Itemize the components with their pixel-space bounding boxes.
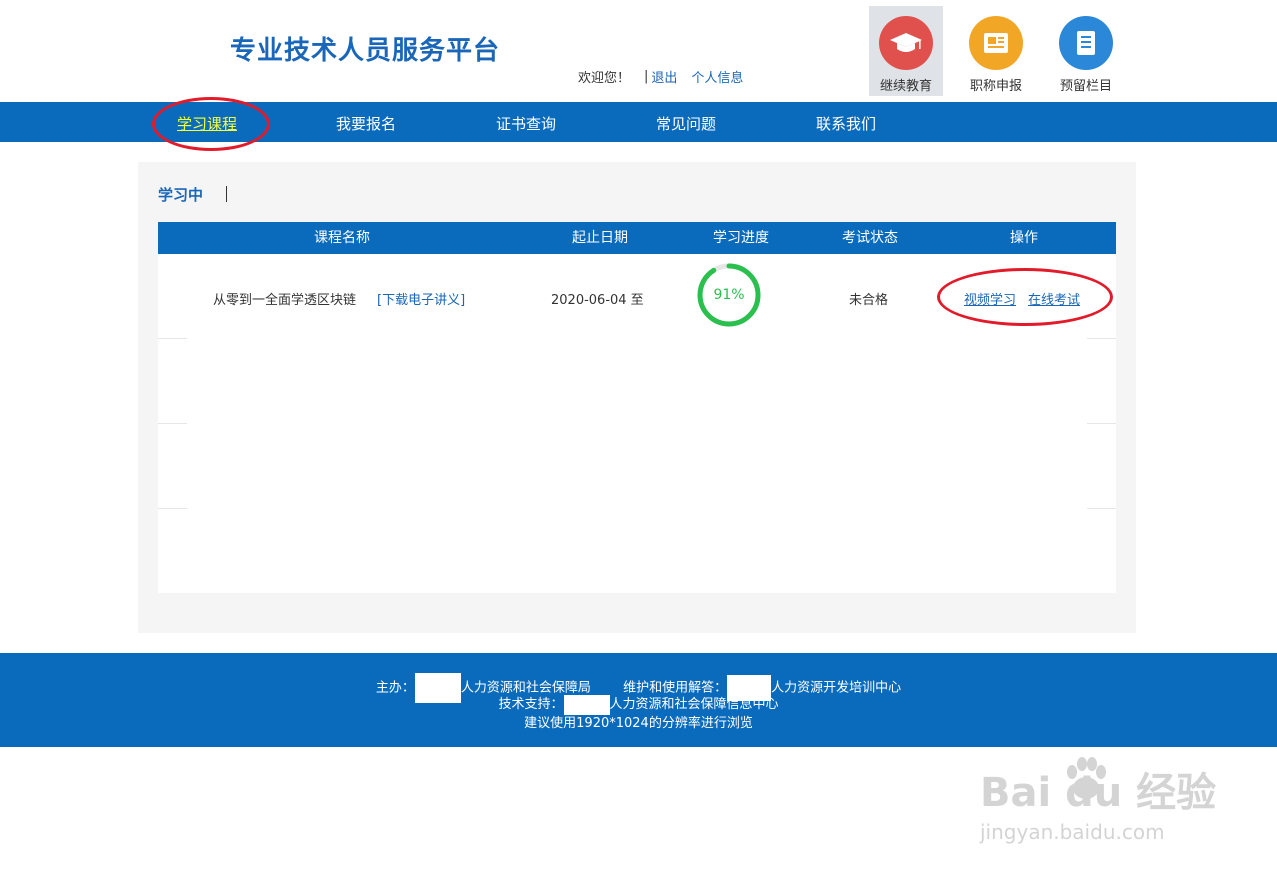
tab-separator [226, 186, 227, 202]
graduation-cap-icon [879, 16, 933, 70]
course-name: 从零到一全面学透区块链 [213, 293, 357, 308]
nav-item-contact-us[interactable]: 联系我们 [816, 102, 876, 142]
column-header-date: 起止日期 [572, 230, 628, 246]
nav-item-certificate-query[interactable]: 证书查询 [496, 102, 556, 142]
logout-link[interactable]: 退出 [651, 67, 677, 86]
column-header-progress: 学习进度 [713, 230, 769, 246]
row-divider [1087, 423, 1116, 424]
newspaper-icon [969, 16, 1023, 70]
top-icon-title-application[interactable]: 职称申报 [959, 6, 1033, 96]
row-divider [158, 508, 187, 509]
progress-percent: 91% [713, 287, 745, 303]
top-icon-label: 继续教育 [879, 79, 932, 94]
top-icon-label: 预留栏目 [1059, 79, 1112, 94]
document-icon [1059, 16, 1113, 70]
column-header-exam-status: 考试状态 [842, 230, 898, 246]
table-header: 课程名称 起止日期 学习进度 考试状态 操作 [158, 222, 1116, 254]
watermark-url: jingyan.baidu.com [980, 820, 1165, 844]
user-bar: 欢迎您！ | 退出 个人信息 [578, 67, 743, 86]
nav-item-enroll[interactable]: 我要报名 [336, 102, 396, 142]
tech-label: 技术支持： [498, 697, 564, 712]
top-icon-reserved[interactable]: 预留栏目 [1049, 6, 1123, 96]
row-divider [1087, 338, 1116, 339]
footer: 主办： 人力资源和社会保障局 维护和使用解答： 人力资源开发培训中心 技术支持： 人力… [0, 653, 1277, 747]
course-date: 2020-06-04 至 [551, 293, 644, 308]
row-divider [1087, 508, 1116, 509]
site-title: 专业技术人员服务平台 [230, 36, 501, 66]
annotation-circle-actions [937, 268, 1113, 326]
top-icon-label: 职称申报 [969, 79, 1022, 94]
footer-resolution-note: 建议使用1920*1024的分辨率进行浏览 [524, 716, 753, 731]
annotation-circle-nav [152, 97, 270, 151]
tech-org: 人力资源和社会保障信息中心 [609, 697, 779, 712]
download-handout-link[interactable]: [下载电子讲义] [377, 289, 465, 308]
top-icon-bar: 继续教育 职称申报 预留栏目 [869, 6, 1139, 96]
row-divider [158, 423, 187, 424]
baidu-jingyan-watermark: Bai du 经验 jingyan.baidu.com [980, 750, 1220, 860]
row-divider [158, 338, 187, 339]
column-header-actions: 操作 [1010, 230, 1038, 246]
welcome-text: 欢迎您！ [578, 71, 631, 86]
top-icon-continuing-education[interactable]: 继续教育 [869, 6, 943, 96]
exam-status: 未合格 [849, 293, 889, 308]
nav-item-faq[interactable]: 常见问题 [656, 102, 716, 142]
course-panel: 学习中 课程名称 起止日期 学习进度 考试状态 操作 从零到一全面学透区块链 [… [138, 162, 1136, 633]
header: 专业技术人员服务平台 欢迎您！ | 退出 个人信息 继续教育 职称申报 预留栏目 [0, 0, 1277, 102]
profile-link[interactable]: 个人信息 [691, 67, 743, 86]
tab-studying[interactable]: 学习中 [158, 184, 203, 205]
user-bar-separator: | [644, 69, 649, 84]
column-header-course-name: 课程名称 [314, 230, 370, 246]
paw-icon [1067, 757, 1106, 799]
